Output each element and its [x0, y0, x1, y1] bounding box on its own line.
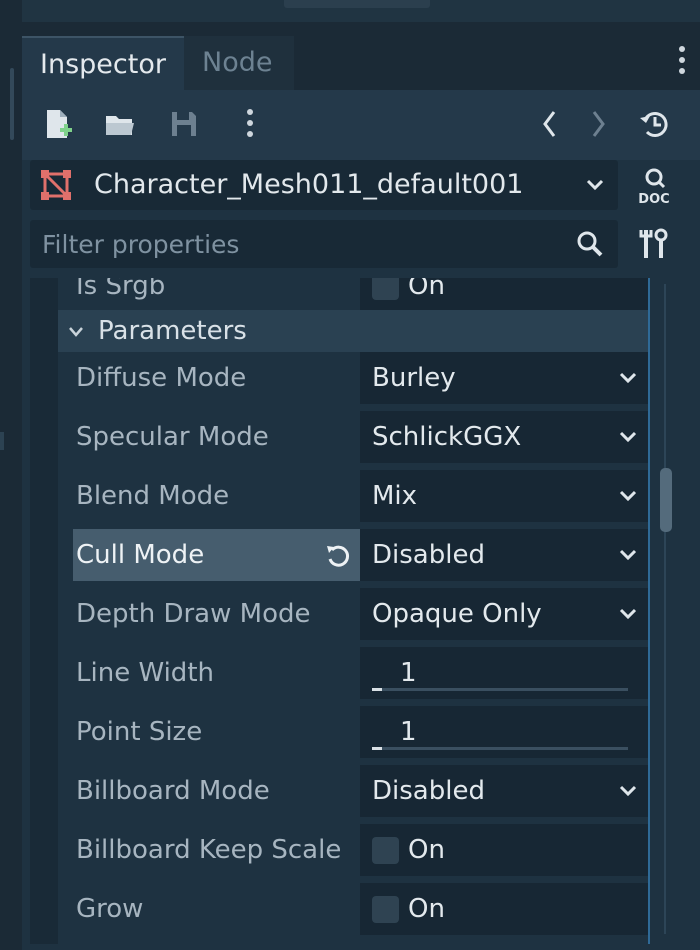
property-label: Billboard Keep Scale — [76, 835, 342, 865]
checkbox-icon — [372, 837, 399, 864]
open-folder-icon[interactable] — [102, 106, 138, 142]
property-label: Blend Mode — [76, 481, 230, 511]
property-label: Depth Draw Mode — [76, 599, 311, 629]
property-row-blend-mode: Blend Mode Mix — [58, 470, 648, 522]
dropdown-field[interactable]: Disabled — [360, 529, 648, 581]
more-vert-icon[interactable] — [232, 106, 268, 142]
tab-inspector[interactable]: Inspector — [22, 36, 184, 90]
dock-menu-icon[interactable] — [674, 46, 690, 80]
left-gutter — [0, 0, 22, 950]
property-row-depth-draw-mode: Depth Draw Mode Opaque Only — [58, 588, 648, 640]
dock-tabbar: Inspector Node — [22, 36, 700, 90]
slider-field[interactable]: 1 — [360, 706, 648, 758]
save-icon[interactable] — [166, 106, 202, 142]
property-label: Line Width — [76, 658, 214, 688]
slider-track — [372, 747, 628, 750]
vertical-scrollbar[interactable] — [660, 284, 672, 934]
checkbox-field[interactable]: On — [360, 278, 648, 312]
property-row-billboard-mode: Billboard Mode Disabled — [58, 765, 648, 817]
filter-properties-input[interactable] — [30, 220, 570, 268]
mesh-icon — [40, 169, 72, 205]
checkbox-icon — [372, 278, 399, 300]
checkbox-field[interactable]: On — [360, 883, 648, 935]
inspector-dock: Inspector Node Character_Mesh011_default… — [22, 36, 700, 950]
doc-help-icon[interactable]: DOC — [634, 166, 674, 207]
history-forward-icon[interactable] — [580, 106, 616, 142]
property-row-cull-mode: Cull Mode Disabled — [58, 529, 648, 581]
property-row-point-size: Point Size 1 — [58, 706, 648, 758]
dropdown-field[interactable]: Opaque Only — [360, 588, 648, 640]
dropdown-field[interactable]: Mix — [360, 470, 648, 522]
search-icon — [576, 230, 604, 262]
slider-grabber[interactable] — [372, 688, 382, 691]
gutter-marker — [0, 432, 4, 450]
history-back-icon[interactable] — [532, 106, 568, 142]
tab-node[interactable]: Node — [184, 36, 294, 90]
svg-text:DOC: DOC — [638, 192, 669, 206]
vertical-splitter-grip[interactable] — [10, 68, 14, 140]
checkbox-field[interactable]: On — [360, 824, 648, 876]
property-row-is-srgb: Is Srgb On — [58, 278, 648, 312]
section-parameters[interactable]: Parameters — [58, 310, 648, 352]
new-resource-icon[interactable] — [40, 106, 76, 142]
section-label: Parameters — [98, 316, 247, 346]
dock-splitter-handle[interactable] — [284, 0, 430, 8]
tools-icon[interactable] — [636, 226, 672, 262]
chevron-down-icon — [586, 176, 604, 198]
property-label: Is Srgb — [76, 278, 166, 301]
checkbox-icon — [372, 896, 399, 923]
property-label: Specular Mode — [76, 422, 269, 452]
slider-grabber[interactable] — [372, 747, 382, 750]
inspector-toolbar — [22, 90, 700, 160]
property-row-specular-mode: Specular Mode SchlickGGX — [58, 411, 648, 463]
dropdown-field[interactable]: Burley — [360, 352, 648, 404]
property-row-billboard-keep-scale: Billboard Keep Scale On — [58, 824, 648, 876]
slider-track — [372, 688, 628, 691]
slider-field[interactable]: 1 — [360, 647, 648, 699]
dropdown-field[interactable]: Disabled — [360, 765, 648, 817]
property-label: Billboard Mode — [76, 776, 270, 806]
property-list: Is Srgb On Parameters Diffuse Mode Burle… — [30, 278, 676, 944]
chevron-down-icon — [618, 546, 638, 568]
chevron-down-icon — [618, 782, 638, 804]
scrollbar-track — [664, 284, 666, 934]
resource-selector[interactable]: Character_Mesh011_default001 — [30, 160, 618, 210]
scrollbar-thumb[interactable] — [660, 468, 672, 532]
property-row-diffuse-mode: Diffuse Mode Burley — [58, 352, 648, 404]
property-label: Point Size — [76, 717, 203, 747]
top-dock-strip — [22, 0, 700, 22]
object-history-icon[interactable] — [636, 106, 672, 142]
focus-edge — [648, 278, 650, 944]
chevron-down-icon — [618, 369, 638, 391]
dropdown-field[interactable]: SchlickGGX — [360, 411, 648, 463]
property-row-line-width: Line Width 1 — [58, 647, 648, 699]
resource-name: Character_Mesh011_default001 — [94, 169, 524, 200]
property-row-grow: Grow On — [58, 883, 648, 935]
chevron-down-icon — [618, 428, 638, 450]
chevron-down-icon — [618, 487, 638, 509]
filter-properties-box — [30, 220, 618, 268]
property-label: Cull Mode — [76, 540, 205, 570]
revert-icon[interactable] — [324, 542, 352, 574]
property-label: Diffuse Mode — [76, 363, 247, 393]
chevron-down-icon — [68, 324, 84, 343]
chevron-down-icon — [618, 605, 638, 627]
property-label: Grow — [76, 894, 144, 924]
